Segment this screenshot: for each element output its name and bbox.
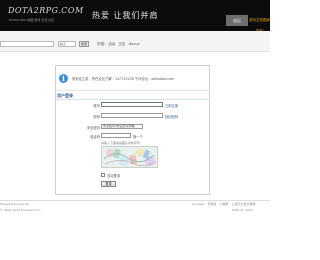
- remember-checkbox[interactable]: [101, 173, 105, 177]
- captcha-label: 验证码: [90, 135, 100, 139]
- captcha-hint: 请输入下面动画图片中的字符: [101, 141, 141, 145]
- password-label: 密码: [93, 115, 100, 119]
- search-type-value: 帖子: [60, 42, 67, 46]
- footer-link[interactable]: 手机版: [207, 202, 216, 206]
- search-button[interactable]: 搜索: [79, 41, 89, 47]
- login-button[interactable]: 登录: [101, 181, 116, 187]
- nav-item-app[interactable]: 游戏文档图库导航: [249, 15, 270, 33]
- remember-label[interactable]: 自动登录: [107, 173, 120, 178]
- username-field[interactable]: [101, 102, 163, 107]
- search-input[interactable]: [0, 41, 54, 47]
- divider: [56, 99, 209, 100]
- captcha-image[interactable]: [101, 146, 158, 168]
- security-question-select[interactable]: 安全提问(未设置请忽略): [101, 124, 143, 129]
- info-icon: i: [59, 74, 68, 83]
- site-logo-subtitle: DOTA2 RPG 地图 游戏 交流 论坛: [9, 18, 55, 22]
- username-label: 账号: [93, 104, 100, 108]
- footer-time: GMT+8, 2024: [232, 208, 253, 212]
- footer-copyright: © 2001-2013 Comsenz Inc.: [0, 208, 42, 212]
- captcha-field[interactable]: [101, 133, 131, 138]
- password-field[interactable]: [101, 113, 163, 118]
- search-type-select[interactable]: 帖子: [58, 41, 76, 47]
- footer-divider: [0, 200, 270, 201]
- notice-text: 来到这之前，所在论坛了解：347723238 于问论坛：dotadota.com: [72, 77, 175, 81]
- footer-links: Archiver 手机版 小黑屋 上海天文爱好者网: [192, 202, 257, 206]
- hot-search: 热搜: 活动 交友 discuz: [97, 42, 142, 47]
- register-link[interactable]: 立即注册: [165, 103, 178, 108]
- footer-powered[interactable]: Powered by Discuz!: [0, 202, 29, 206]
- security-question-label: 安全提问: [86, 126, 100, 130]
- hot-search-term[interactable]: 活动: [108, 42, 115, 46]
- forgot-password-link[interactable]: 找回密码: [165, 114, 178, 119]
- hot-search-label: 热搜:: [97, 42, 106, 46]
- footer-link[interactable]: Archiver: [192, 202, 204, 206]
- login-panel: [55, 65, 210, 195]
- divider: [56, 90, 209, 91]
- footer-link[interactable]: 上海天文爱好者网: [231, 202, 255, 206]
- captcha-refresh-link[interactable]: 换一个: [133, 134, 143, 139]
- captcha-graphic: [102, 147, 157, 167]
- footer-link[interactable]: 小黑屋: [219, 202, 228, 206]
- hot-search-term[interactable]: 交友: [118, 42, 125, 46]
- nav-item-forum[interactable]: 论坛: [226, 15, 248, 26]
- hot-search-term[interactable]: discuz: [129, 42, 140, 46]
- site-logo[interactable]: DOTA2RPG.COM: [8, 6, 84, 15]
- header-slogan: 热爱 让我们并肩: [92, 11, 159, 20]
